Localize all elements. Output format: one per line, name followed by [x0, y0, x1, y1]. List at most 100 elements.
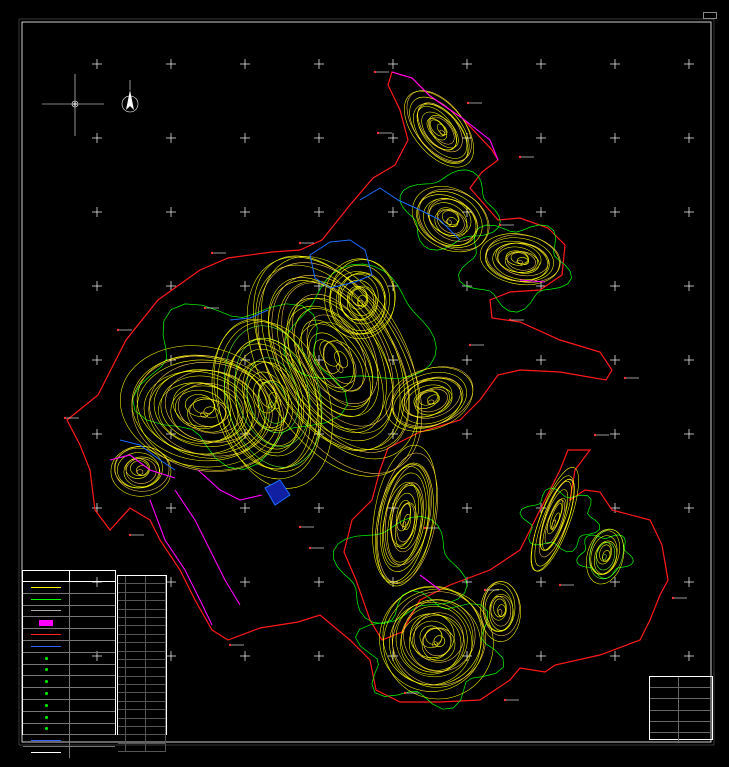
info-value	[679, 688, 712, 698]
map-label-marker	[671, 596, 675, 600]
footnote	[22, 740, 23, 745]
contour-lines	[110, 90, 625, 700]
contour-line	[185, 394, 215, 417]
legend-label	[70, 606, 115, 617]
legend-label	[70, 747, 115, 758]
contour-line	[423, 628, 452, 657]
contour-line	[433, 635, 446, 647]
info-value	[679, 733, 712, 743]
contour-line	[117, 452, 160, 488]
legend-label	[70, 700, 115, 711]
map-label-marker	[503, 698, 507, 702]
info-value	[679, 711, 712, 721]
north-arrow-icon	[121, 80, 139, 113]
legend-label	[70, 665, 115, 676]
building-blocks	[109, 71, 546, 626]
legend-row	[23, 676, 115, 689]
sheet-tag	[703, 12, 717, 19]
contour-line	[485, 237, 554, 282]
contour-line	[596, 541, 612, 565]
legend-header-name	[70, 571, 116, 581]
contour-line	[131, 355, 270, 462]
contour-line	[401, 379, 453, 418]
legend-row	[23, 747, 115, 758]
legend-header-symbol	[23, 571, 70, 581]
legend-label	[70, 617, 115, 628]
legend-symbol	[23, 664, 70, 676]
legend-symbol	[23, 747, 70, 758]
info-row	[650, 677, 712, 689]
legend-row	[23, 664, 115, 677]
coordinate-table-row	[118, 609, 166, 618]
info-value	[679, 677, 712, 687]
map-label-marker	[128, 533, 132, 537]
map-label-marker	[63, 416, 67, 420]
legend-symbol	[23, 676, 70, 688]
contour-line	[130, 460, 149, 477]
contour-line	[372, 444, 437, 584]
legend-symbol	[23, 699, 70, 711]
map-label-marker	[498, 223, 502, 227]
coordinate-table-row	[118, 576, 166, 585]
info-key	[650, 688, 679, 699]
legend-label	[70, 724, 115, 735]
map-label-marker	[403, 691, 407, 695]
coordinate-table-row	[118, 735, 166, 744]
coordinate-table-row	[118, 592, 166, 602]
contour-line	[412, 185, 489, 253]
map-label-marker	[376, 131, 380, 135]
contour-line	[419, 625, 443, 649]
contour-line	[200, 411, 209, 418]
info-row	[650, 710, 712, 722]
legend-row	[23, 582, 115, 594]
map-label-marker	[423, 526, 427, 530]
info-value	[679, 722, 712, 732]
legend-symbol	[23, 640, 70, 652]
legend-row	[23, 640, 115, 653]
contour-line	[427, 394, 441, 405]
map-label-marker	[558, 583, 562, 587]
map-label-marker	[468, 343, 472, 347]
coordinate-table-row	[118, 727, 166, 736]
map-label-marker	[203, 306, 207, 310]
legend-label	[70, 629, 115, 640]
contour-line	[410, 613, 455, 659]
contour-line	[417, 103, 468, 159]
legend-label	[70, 582, 115, 593]
map-label-marker	[298, 241, 302, 245]
legend-row	[23, 629, 115, 641]
map-label-marker	[623, 376, 627, 380]
legend-row	[23, 593, 115, 606]
contour-line	[261, 256, 420, 460]
info-value	[679, 699, 712, 709]
map-label-marker	[593, 433, 597, 437]
legend-symbol	[23, 593, 70, 605]
contour-line	[428, 198, 478, 242]
info-key	[650, 677, 679, 688]
legend-row	[23, 617, 115, 630]
coordinate-table-row	[118, 626, 166, 635]
map-label-marker	[518, 155, 522, 159]
coordinate-table-row	[118, 659, 166, 669]
coordinate-table-row	[118, 701, 166, 711]
coordinate-table-row	[118, 693, 166, 702]
map-label-marker	[228, 643, 232, 647]
map-label-marker	[298, 525, 302, 529]
contour-line	[217, 321, 333, 489]
info-table	[649, 676, 713, 744]
map-label-marker	[508, 318, 512, 322]
legend-symbol	[23, 711, 70, 723]
legend-row	[23, 605, 115, 618]
legend-table	[22, 570, 116, 758]
contour-line	[492, 242, 550, 281]
legend-label	[70, 735, 115, 746]
contour-line	[319, 340, 340, 367]
legend-row	[23, 723, 115, 736]
coordinate-table-row	[118, 643, 166, 652]
coordinate-table-row	[118, 710, 166, 719]
coordinate-table-row	[118, 601, 166, 610]
map-label-marker	[373, 70, 377, 74]
coordinate-table-row	[118, 584, 166, 593]
coordinate-table-row	[118, 617, 166, 627]
contour-line	[418, 188, 490, 251]
